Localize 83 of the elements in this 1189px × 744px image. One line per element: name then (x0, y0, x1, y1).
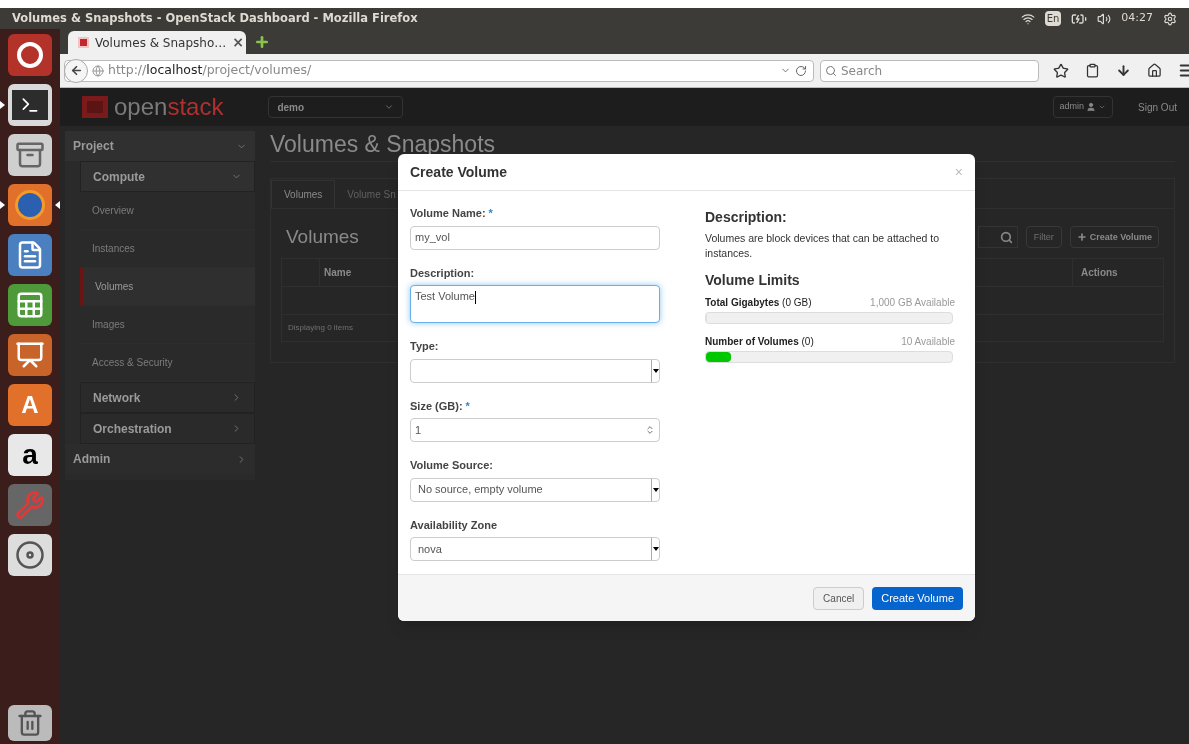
sidebar-link[interactable]: Overview (80, 192, 255, 230)
window-title: Volumes & Snapshots - OpenStack Dashboard - Mozilla Firefox (12, 9, 418, 27)
new-tab-icon[interactable] (254, 34, 270, 50)
table-search-field[interactable] (977, 226, 1018, 249)
description-textarea[interactable]: Test Volume (410, 285, 660, 323)
filter-button[interactable]: Filter (1025, 226, 1062, 249)
dialog-title: Create Volume (410, 162, 507, 182)
wifi-icon[interactable] (1020, 11, 1035, 26)
field-label: Volume Name: (410, 206, 486, 221)
description-heading: Description: (705, 208, 788, 227)
file-cabinet-icon[interactable] (8, 134, 52, 176)
plus-icon (1076, 232, 1087, 243)
column-header: Name (324, 265, 352, 280)
user-menu[interactable]: admin (1052, 96, 1114, 118)
table-title: Volumes (286, 225, 359, 249)
caret-icon (652, 487, 659, 492)
search-icon (999, 230, 1013, 244)
field-label: Type: (410, 339, 439, 354)
search-icon (825, 64, 837, 77)
back-button[interactable] (64, 58, 88, 83)
limit-label: Number of Volumes (0) (705, 335, 814, 349)
caret-icon (652, 547, 659, 551)
sidebar-link[interactable]: Images (80, 306, 255, 344)
cancel-button[interactable]: Cancel (813, 586, 865, 610)
logo-icon (82, 96, 108, 118)
caret-icon (652, 368, 659, 373)
field-label: Availability Zone (410, 517, 497, 533)
volume-icon[interactable] (1097, 11, 1112, 26)
sidebar-link[interactable]: Volumes (80, 268, 255, 306)
field-label: Description: (410, 265, 475, 281)
document-icon[interactable] (8, 234, 52, 276)
content-tab[interactable]: Volumes (271, 180, 336, 208)
field-label: Size (GB): (410, 398, 463, 414)
column-header: Actions (1081, 265, 1118, 280)
number-field[interactable]: 1 (410, 418, 660, 442)
search-field[interactable]: Search (820, 59, 1039, 82)
page-heading: Volumes & Snapshots (270, 131, 496, 157)
limits-heading: Volume Limits (705, 271, 801, 290)
trash-icon[interactable] (8, 705, 52, 741)
sidebar-section-header[interactable]: Project (65, 131, 255, 161)
description-text: Volumes are block devices that can be attached to instances. (705, 231, 941, 261)
create-volume-button[interactable]: Create Volume (1069, 226, 1159, 249)
settings-icon[interactable] (1163, 11, 1177, 26)
required-mark: * (488, 206, 493, 221)
globe-icon (92, 64, 104, 77)
download-icon[interactable] (1116, 63, 1131, 78)
keyboard-layout-indicator[interactable]: En (1044, 11, 1062, 26)
home-icon[interactable] (1147, 63, 1162, 78)
field-label: Volume Source: (410, 458, 493, 473)
terminal-icon[interactable] (8, 84, 52, 126)
project-selector[interactable]: demo (268, 96, 404, 118)
bookmark-star-icon[interactable] (1053, 62, 1069, 79)
sidebar-group-header[interactable]: Orchestration (80, 413, 255, 444)
url-field[interactable]: http://localhost/project/volumes/ (64, 59, 814, 82)
limit-label: Total Gigabytes (0 GB) (705, 296, 812, 310)
spreadsheet-icon[interactable] (8, 284, 52, 326)
chevron-down-icon (384, 102, 395, 112)
url-text: http://localhost/project/volumes/ (108, 61, 313, 80)
amazon-icon[interactable]: a (8, 434, 52, 476)
select-field[interactable]: No source, empty volume (410, 477, 660, 502)
select-field[interactable]: nova (410, 537, 660, 561)
create-volume-submit-button[interactable]: Create Volume (872, 586, 963, 610)
clock[interactable]: 04:27 (1121, 10, 1153, 27)
text-field[interactable]: my_vol (410, 225, 660, 250)
spinner-icon[interactable] (645, 425, 655, 435)
clipboard-icon[interactable] (1085, 63, 1100, 78)
shopping-bag-icon[interactable]: A (8, 384, 52, 426)
sign-out-link[interactable]: Sign Out (1138, 99, 1177, 115)
user-icon (1086, 102, 1097, 112)
required-mark: * (465, 398, 470, 414)
close-tab-button[interactable]: × (232, 32, 244, 53)
limit-available: 1,000 GB Available (870, 296, 955, 310)
select-field[interactable] (410, 358, 660, 383)
presentation-icon[interactable] (8, 334, 52, 376)
browser-tab[interactable]: Volumes & Snapsho… × (68, 31, 246, 54)
chevron-down-icon (1098, 103, 1107, 111)
back-arrow-icon[interactable] (69, 64, 83, 77)
logo-text[interactable]: openstack (114, 95, 224, 119)
favicon-icon (78, 37, 89, 48)
limit-available: 10 Available (901, 335, 955, 349)
reload-icon[interactable] (795, 64, 807, 77)
sidebar-group-header[interactable]: Compute (80, 161, 255, 192)
sidebar-group-header[interactable]: Network (80, 382, 255, 413)
